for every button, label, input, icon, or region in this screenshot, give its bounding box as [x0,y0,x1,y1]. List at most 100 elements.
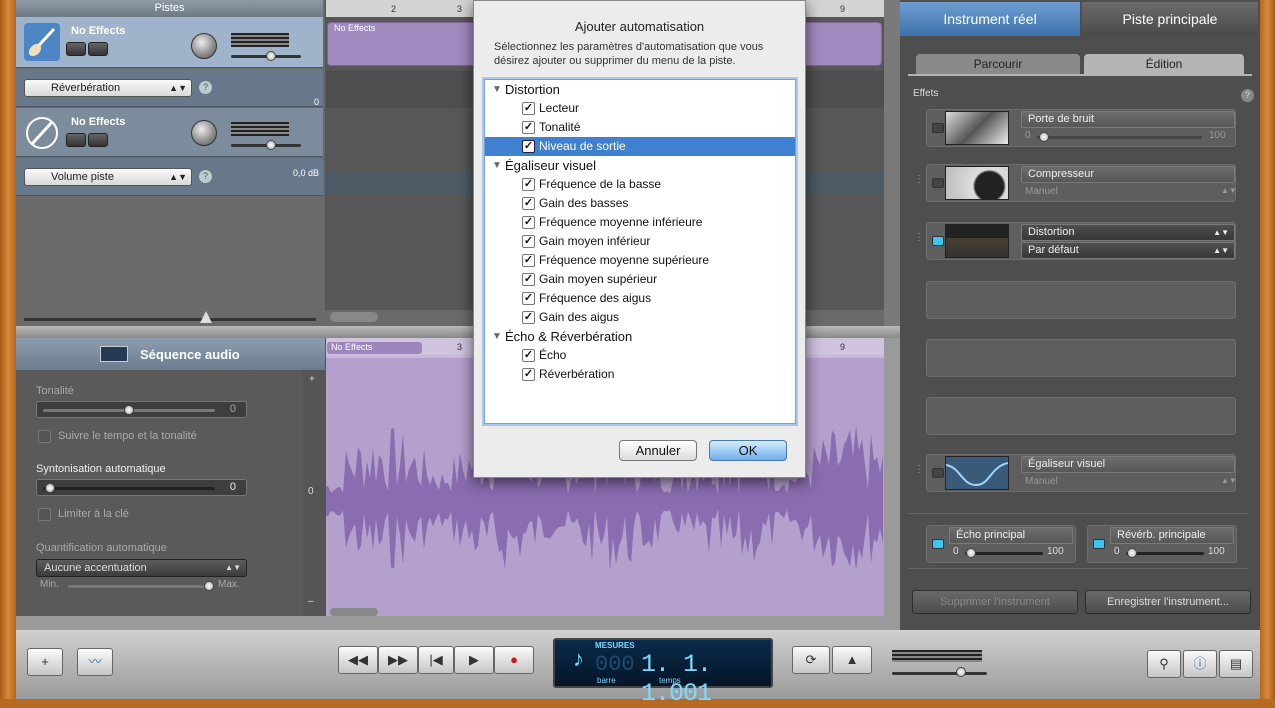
drag-handle-icon[interactable]: ⋮ [914,232,924,243]
disclosure-triangle-icon[interactable]: ▼ [492,156,502,175]
accent-slider-thumb[interactable] [204,581,214,591]
automation-param-item[interactable]: ✓ Fréquence moyenne inférieure [485,213,795,232]
param-checkbox[interactable]: ✓ [522,349,535,362]
tab-piste-principale[interactable]: Piste principale [1082,2,1258,36]
headphones-icon[interactable] [88,133,108,147]
add-track-button[interactable]: + [27,648,63,676]
tab-edition[interactable]: Édition [1084,54,1244,74]
track-header[interactable]: No Effects [16,17,323,68]
save-instrument-button[interactable]: Enregistrer l'instrument... [1085,590,1251,614]
automation-param-item[interactable]: ✓ Fréquence de la basse [485,175,795,194]
metronome-button[interactable]: ▲ [832,646,872,674]
effect-power-button[interactable] [932,468,944,478]
param-checkbox[interactable]: ✓ [522,273,535,286]
effect-preset-select[interactable]: Par défaut ▲▼ [1021,242,1235,259]
automation-param-item[interactable]: ✓ Gain des basses [485,194,795,213]
send-slider[interactable] [1126,552,1204,555]
empty-effect-slot[interactable] [926,281,1236,319]
param-checkbox[interactable]: ✓ [522,311,535,324]
tonalite-thumb[interactable] [124,405,134,415]
record-button[interactable]: ● [494,646,534,674]
media-browser-icon[interactable]: ▤ [1219,650,1253,678]
distortion-icon[interactable] [945,224,1009,258]
editor-playhead[interactable] [325,338,326,616]
horizontal-scrollbar[interactable] [330,312,378,322]
tab-parcourir[interactable]: Parcourir [916,54,1080,74]
param-checkbox[interactable]: ✓ [522,216,535,229]
play-button[interactable]: ▶ [454,646,494,674]
syntonisation-thumb[interactable] [45,483,55,493]
track-header[interactable]: No Effects [16,108,323,157]
pan-knob[interactable] [191,33,217,59]
param-checkbox[interactable]: ✓ [522,254,535,267]
drag-handle-icon[interactable]: ⋮ [914,174,924,185]
compressor-icon[interactable] [945,166,1009,200]
automation-param-select[interactable]: Volume piste ▲▼ [24,168,192,186]
automation-group[interactable]: ▼ Égaliseur visuel [485,156,795,175]
effect-power-button[interactable] [932,123,944,133]
editor-vertical-scrollbar[interactable] [884,338,900,616]
automation-param-item[interactable]: ✓ Niveau de sortie [485,137,795,156]
automation-param-item[interactable]: ✓ Fréquence des aigus [485,289,795,308]
empty-effect-slot[interactable] [926,397,1236,435]
automation-group[interactable]: ▼ Écho & Réverbération [485,327,795,346]
headphones-icon[interactable] [88,42,108,56]
param-checkbox[interactable]: ✓ [522,292,535,305]
help-icon[interactable]: ? [1241,89,1254,102]
quantif-select[interactable]: Aucune accentuation ▲▼ [36,559,247,577]
cancel-button[interactable]: Annuler [619,440,697,461]
automation-param-item[interactable]: ✓ Fréquence moyenne supérieure [485,251,795,270]
help-icon[interactable]: ? [199,81,212,94]
mute-button[interactable] [66,133,86,147]
param-checkbox[interactable]: ✓ [522,368,535,381]
automation-param-item[interactable]: ✓ Tonalité [485,118,795,137]
visual-eq-icon[interactable] [945,456,1009,490]
automation-param-list[interactable]: ▼ Distortion ✓ Lecteur ✓ Tonalité ✓ Niveau de s… [484,79,796,424]
effect-power-button[interactable] [932,178,944,188]
disclosure-triangle-icon[interactable]: ▼ [492,80,502,99]
automation-param-item[interactable]: ✓ Gain moyen supérieur [485,270,795,289]
param-checkbox[interactable]: ✓ [522,121,535,134]
editor-toggle-button[interactable]: 〰 [77,648,113,676]
param-checkbox[interactable]: ✓ [522,197,535,210]
noise-gate-slider[interactable] [1037,136,1202,139]
zoom-slider-thumb[interactable] [200,311,212,323]
info-icon[interactable]: ⓘ [1183,650,1217,678]
param-checkbox[interactable]: ✓ [522,102,535,115]
effect-preset[interactable]: Manuel [1025,476,1058,487]
accent-slider[interactable] [68,585,206,588]
syntonisation-slider[interactable]: 0 [36,479,247,496]
help-icon[interactable]: ? [199,170,212,183]
noise-gate-icon[interactable] [945,111,1009,145]
editor-horizontal-scrollbar[interactable] [330,608,378,616]
automation-param-item[interactable]: ✓ Réverbération [485,365,795,384]
lcd-display[interactable]: ♪ MESURES 000 1. 1. 1.001 barre temps [553,638,773,708]
automation-param-select[interactable]: Réverbération ▲▼ [24,79,192,97]
master-volume-thumb[interactable] [956,667,966,677]
playhead[interactable] [325,0,326,310]
tonalite-slider[interactable]: 0 [36,401,247,418]
effect-preset[interactable]: Manuel [1025,186,1058,197]
vertical-scrollbar[interactable] [884,0,900,326]
param-checkbox[interactable]: ✓ [522,178,535,191]
param-checkbox[interactable]: ✓ [522,140,535,153]
automation-group[interactable]: ▼ Distortion [485,80,795,99]
send-slider-thumb[interactable] [966,548,976,558]
automation-param-item[interactable]: ✓ Gain des aigus [485,308,795,327]
noise-gate-thumb[interactable] [1039,132,1049,142]
send-power-button[interactable] [1093,539,1105,549]
fast-forward-button[interactable]: ▶▶ [378,646,418,674]
master-volume-slider[interactable] [892,672,987,675]
send-slider-thumb[interactable] [1127,548,1137,558]
rewind-button[interactable]: ◀◀ [338,646,378,674]
loop-browser-icon[interactable]: ⚲ [1147,650,1181,678]
empty-effect-slot[interactable] [926,339,1236,377]
tab-instrument-reel[interactable]: Instrument réel [900,2,1080,36]
send-slider[interactable] [965,552,1043,555]
delete-instrument-button[interactable]: Supprimer l'instrument [912,590,1078,614]
volume-slider-thumb[interactable] [266,51,276,61]
param-checkbox[interactable]: ✓ [522,235,535,248]
automation-param-item[interactable]: ✓ Lecteur [485,99,795,118]
volume-slider-thumb[interactable] [266,140,276,150]
suivre-checkbox[interactable] [38,430,51,443]
